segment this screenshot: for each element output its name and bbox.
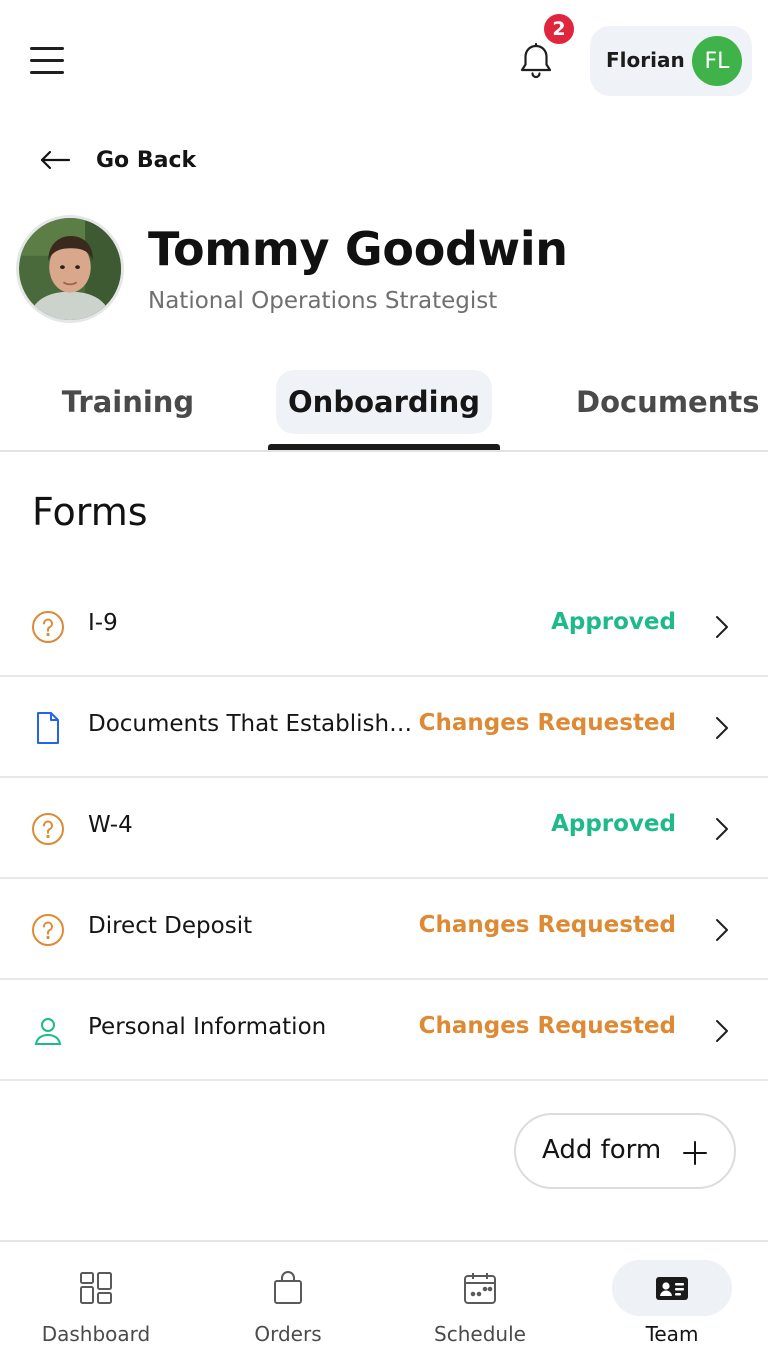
id-card-icon xyxy=(656,1277,688,1300)
user-avatar: FL xyxy=(692,36,742,86)
nav-label: Team xyxy=(645,1322,699,1346)
forms-list: I-9 Approved Documents That Establish… C… xyxy=(0,576,768,1081)
question-circle-icon xyxy=(32,611,64,643)
employee-title: National Operations Strategist xyxy=(148,288,498,314)
form-name: Personal Information xyxy=(88,1014,327,1040)
form-row-documents[interactable]: Documents That Establish… Changes Reques… xyxy=(0,677,768,778)
chevron-right-icon xyxy=(716,919,728,941)
nav-label: Orders xyxy=(254,1322,322,1346)
form-row-w4[interactable]: W-4 Approved xyxy=(0,778,768,879)
nav-dashboard[interactable]: Dashboard xyxy=(16,1258,176,1354)
employee-name: Tommy Goodwin xyxy=(148,222,568,276)
notification-badge: 2 xyxy=(541,11,577,47)
top-bar: 2 Florian FL xyxy=(0,0,768,120)
form-status: Changes Requested xyxy=(418,1013,676,1039)
form-row-i9[interactable]: I-9 Approved xyxy=(0,576,768,677)
go-back-label: Go Back xyxy=(96,147,197,173)
profile-tabs: Training Onboarding Documents xyxy=(0,362,768,452)
form-row-direct-deposit[interactable]: Direct Deposit Changes Requested xyxy=(0,879,768,980)
document-icon xyxy=(37,712,59,744)
question-circle-icon xyxy=(32,914,64,946)
arrow-left-icon xyxy=(40,150,71,170)
tab-onboarding[interactable]: Onboarding xyxy=(276,370,492,434)
forms-heading: Forms xyxy=(32,490,148,534)
person-icon xyxy=(34,1018,62,1045)
form-name: W-4 xyxy=(88,812,133,838)
tab-training[interactable]: Training xyxy=(28,370,228,434)
tab-documents[interactable]: Documents xyxy=(562,370,768,434)
add-form-button[interactable]: Add form xyxy=(514,1113,736,1189)
nav-label: Dashboard xyxy=(41,1322,151,1346)
nav-label: Schedule xyxy=(434,1322,526,1346)
hamburger-menu-icon[interactable] xyxy=(28,44,68,78)
active-tab-indicator xyxy=(268,444,500,450)
chevron-right-icon xyxy=(716,616,728,638)
go-back-button[interactable]: Go Back xyxy=(38,140,196,180)
shopping-bag-icon xyxy=(274,1271,302,1304)
nav-team[interactable]: Team xyxy=(592,1258,752,1354)
question-circle-icon xyxy=(32,813,64,845)
dashboard-grid-icon xyxy=(80,1272,112,1304)
chevron-right-icon xyxy=(716,818,728,840)
form-name: Documents That Establish… xyxy=(88,711,413,737)
form-row-personal-information[interactable]: Personal Information Changes Requested xyxy=(0,980,768,1081)
nav-schedule[interactable]: Schedule xyxy=(400,1258,560,1354)
nav-orders[interactable]: Orders xyxy=(208,1258,368,1354)
plus-icon xyxy=(683,1141,707,1165)
form-status: Changes Requested xyxy=(418,710,676,736)
calendar-icon xyxy=(464,1273,496,1304)
form-status: Changes Requested xyxy=(418,912,676,938)
chevron-right-icon xyxy=(716,717,728,739)
chevron-right-icon xyxy=(716,1020,728,1042)
profile-photo xyxy=(16,215,124,323)
form-status: Approved xyxy=(551,609,676,635)
bottom-navigation: Dashboard Orders Schedule Team xyxy=(0,1240,768,1366)
form-status: Approved xyxy=(551,811,676,837)
add-form-label: Add form xyxy=(542,1135,662,1165)
form-name: I-9 xyxy=(88,610,118,636)
form-name: Direct Deposit xyxy=(88,913,253,939)
user-menu[interactable]: Florian FL xyxy=(590,26,752,96)
user-name: Florian xyxy=(606,48,685,72)
bell-icon[interactable] xyxy=(514,40,558,84)
